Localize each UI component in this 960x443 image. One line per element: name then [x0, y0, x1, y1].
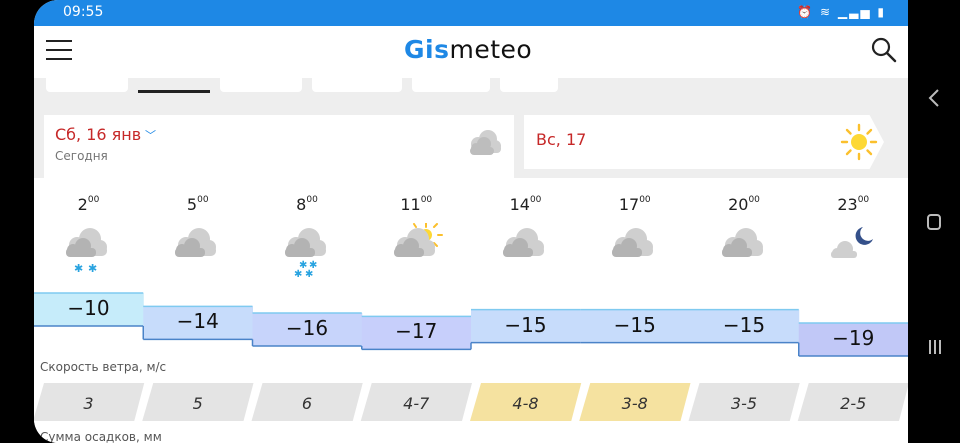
hour-time: 800 — [253, 195, 362, 214]
cloud-moon-icon — [830, 227, 873, 258]
hour-column[interactable]: 1400 — [471, 193, 580, 288]
status-time: 09:55 — [63, 4, 104, 20]
day-card-next[interactable]: Вс, 17 — [524, 115, 884, 169]
hour-column[interactable]: 500 — [143, 193, 252, 288]
system-nav-bar — [908, 0, 960, 443]
hour-time: 200 — [34, 195, 143, 214]
svg-text:✱: ✱ — [74, 262, 83, 275]
cloud-light-snow-icon: ✱ ✱ — [66, 228, 107, 275]
hour-time: 1700 — [580, 195, 689, 214]
day-card-today[interactable]: Сб, 16 янв ﹀ Сегодня — [44, 115, 514, 179]
menu-button[interactable] — [46, 40, 72, 60]
hour-minutes: 00 — [87, 195, 100, 205]
precip-section-title: Сумма осадков, мм — [40, 430, 162, 443]
recent-apps-icon[interactable] — [927, 338, 943, 356]
back-icon[interactable] — [927, 88, 941, 108]
wind-value: 4-8 — [512, 394, 539, 413]
signal-icon: ▁▃▅ — [837, 5, 872, 19]
hour-column[interactable]: 200 ✱ ✱ — [34, 193, 143, 288]
wind-value: 6 — [301, 394, 313, 413]
app-bar: Gismeteo — [34, 26, 908, 78]
tab-period-4[interactable] — [312, 78, 402, 92]
wind-value: 2-5 — [840, 394, 867, 413]
logo-text: meteo — [449, 35, 533, 64]
hour-minutes: 00 — [420, 195, 433, 205]
hour-value: 20 — [728, 195, 749, 214]
hour-time: 1100 — [362, 195, 471, 214]
temp-value: −14 — [176, 309, 219, 334]
day-next-label: Вс, 17 — [536, 130, 587, 149]
hour-column[interactable]: 2300 — [799, 193, 908, 288]
tab-period-1[interactable] — [46, 78, 128, 92]
hour-time: 500 — [143, 195, 252, 214]
temp-value: −19 — [832, 326, 875, 350]
hour-minutes: 00 — [748, 195, 760, 205]
status-icons: ⏰ ≋ ▁▃▅ ▮ — [797, 5, 886, 19]
wind-value: 4-7 — [403, 394, 430, 413]
search-icon[interactable] — [870, 36, 898, 64]
cloud-icon — [612, 228, 654, 257]
wind-value: 3-8 — [621, 394, 648, 413]
hour-value: 23 — [837, 195, 858, 214]
wifi-icon: ≋ — [819, 5, 833, 19]
temp-value: −15 — [722, 312, 766, 337]
hour-value: 5 — [186, 195, 198, 214]
day-today-sub: Сегодня — [55, 149, 108, 163]
hour-value: 17 — [618, 195, 640, 214]
status-bar: 09:55 ⏰ ≋ ▁▃▅ ▮ — [34, 0, 908, 26]
temp-value: −16 — [285, 316, 329, 340]
hour-column[interactable]: 2000 — [690, 193, 799, 288]
svg-text:✱: ✱ — [88, 262, 97, 275]
hour-value: 2 — [77, 195, 88, 214]
alarm-icon: ⏰ — [797, 5, 815, 19]
logo-accent: Gis — [404, 35, 450, 64]
hour-time: 2300 — [799, 195, 908, 214]
hour-time: 1400 — [471, 195, 580, 214]
cloudy-icon — [470, 130, 501, 155]
temp-value: −10 — [67, 296, 110, 320]
cloud-icon — [721, 228, 763, 257]
tab-active-indicator — [138, 90, 210, 93]
temp-value: −17 — [395, 319, 438, 344]
period-tabs: Сб, 16 янв ﹀ Сегодня Вс, 17 — [34, 78, 908, 179]
cloud-icon — [503, 228, 544, 257]
cloud-icon — [175, 228, 217, 257]
day-today-label: Сб, 16 янв — [55, 125, 142, 144]
hour-minutes: 00 — [857, 195, 870, 205]
temp-value: −15 — [504, 312, 547, 337]
hour-value: 11 — [400, 195, 421, 214]
cloud-snow-icon: ✱ ✱✱ ✱ — [284, 228, 326, 280]
logo: Gismeteo — [404, 35, 532, 64]
hour-value: 14 — [509, 195, 530, 214]
tab-period-3[interactable] — [220, 78, 302, 92]
hour-minutes: 00 — [529, 195, 542, 205]
svg-text:✱: ✱ — [305, 269, 313, 280]
wind-section-title: Скорость ветра, м/с — [40, 360, 167, 374]
chevron-down-icon: ﹀ — [145, 129, 156, 142]
hour-minutes: 00 — [197, 195, 209, 205]
svg-text:✱: ✱ — [294, 269, 302, 280]
home-icon[interactable] — [927, 213, 941, 231]
menu-icon — [46, 40, 72, 42]
hour-value: 8 — [296, 195, 307, 214]
hour-column[interactable]: 800 ✱ ✱ ✱ ✱ — [253, 193, 362, 288]
wind-value: 5 — [192, 394, 203, 413]
forecast-content: Сб, 16 янв ﹀ Сегодня Вс, 17 200 ✱ ✱ 500 … — [34, 78, 908, 443]
hour-minutes: 00 — [306, 195, 318, 205]
hour-column[interactable]: 1100 — [362, 193, 471, 288]
sun-icon — [840, 123, 878, 161]
battery-icon: ▮ — [877, 5, 886, 19]
tab-period-5[interactable] — [412, 78, 490, 92]
cloud-sun-icon — [393, 223, 443, 257]
wind-value: 3-5 — [730, 394, 758, 413]
hour-minutes: 00 — [639, 195, 651, 205]
wind-value: 3 — [83, 394, 94, 413]
tab-period-6[interactable] — [500, 78, 558, 92]
temp-value: −15 — [613, 312, 656, 337]
hour-column[interactable]: 1700 — [580, 193, 689, 288]
phone-screen: 09:55 ⏰ ≋ ▁▃▅ ▮ Gismeteo Сб, 16 янв ﹀ Се… — [34, 0, 908, 443]
hour-time: 2000 — [690, 195, 799, 214]
